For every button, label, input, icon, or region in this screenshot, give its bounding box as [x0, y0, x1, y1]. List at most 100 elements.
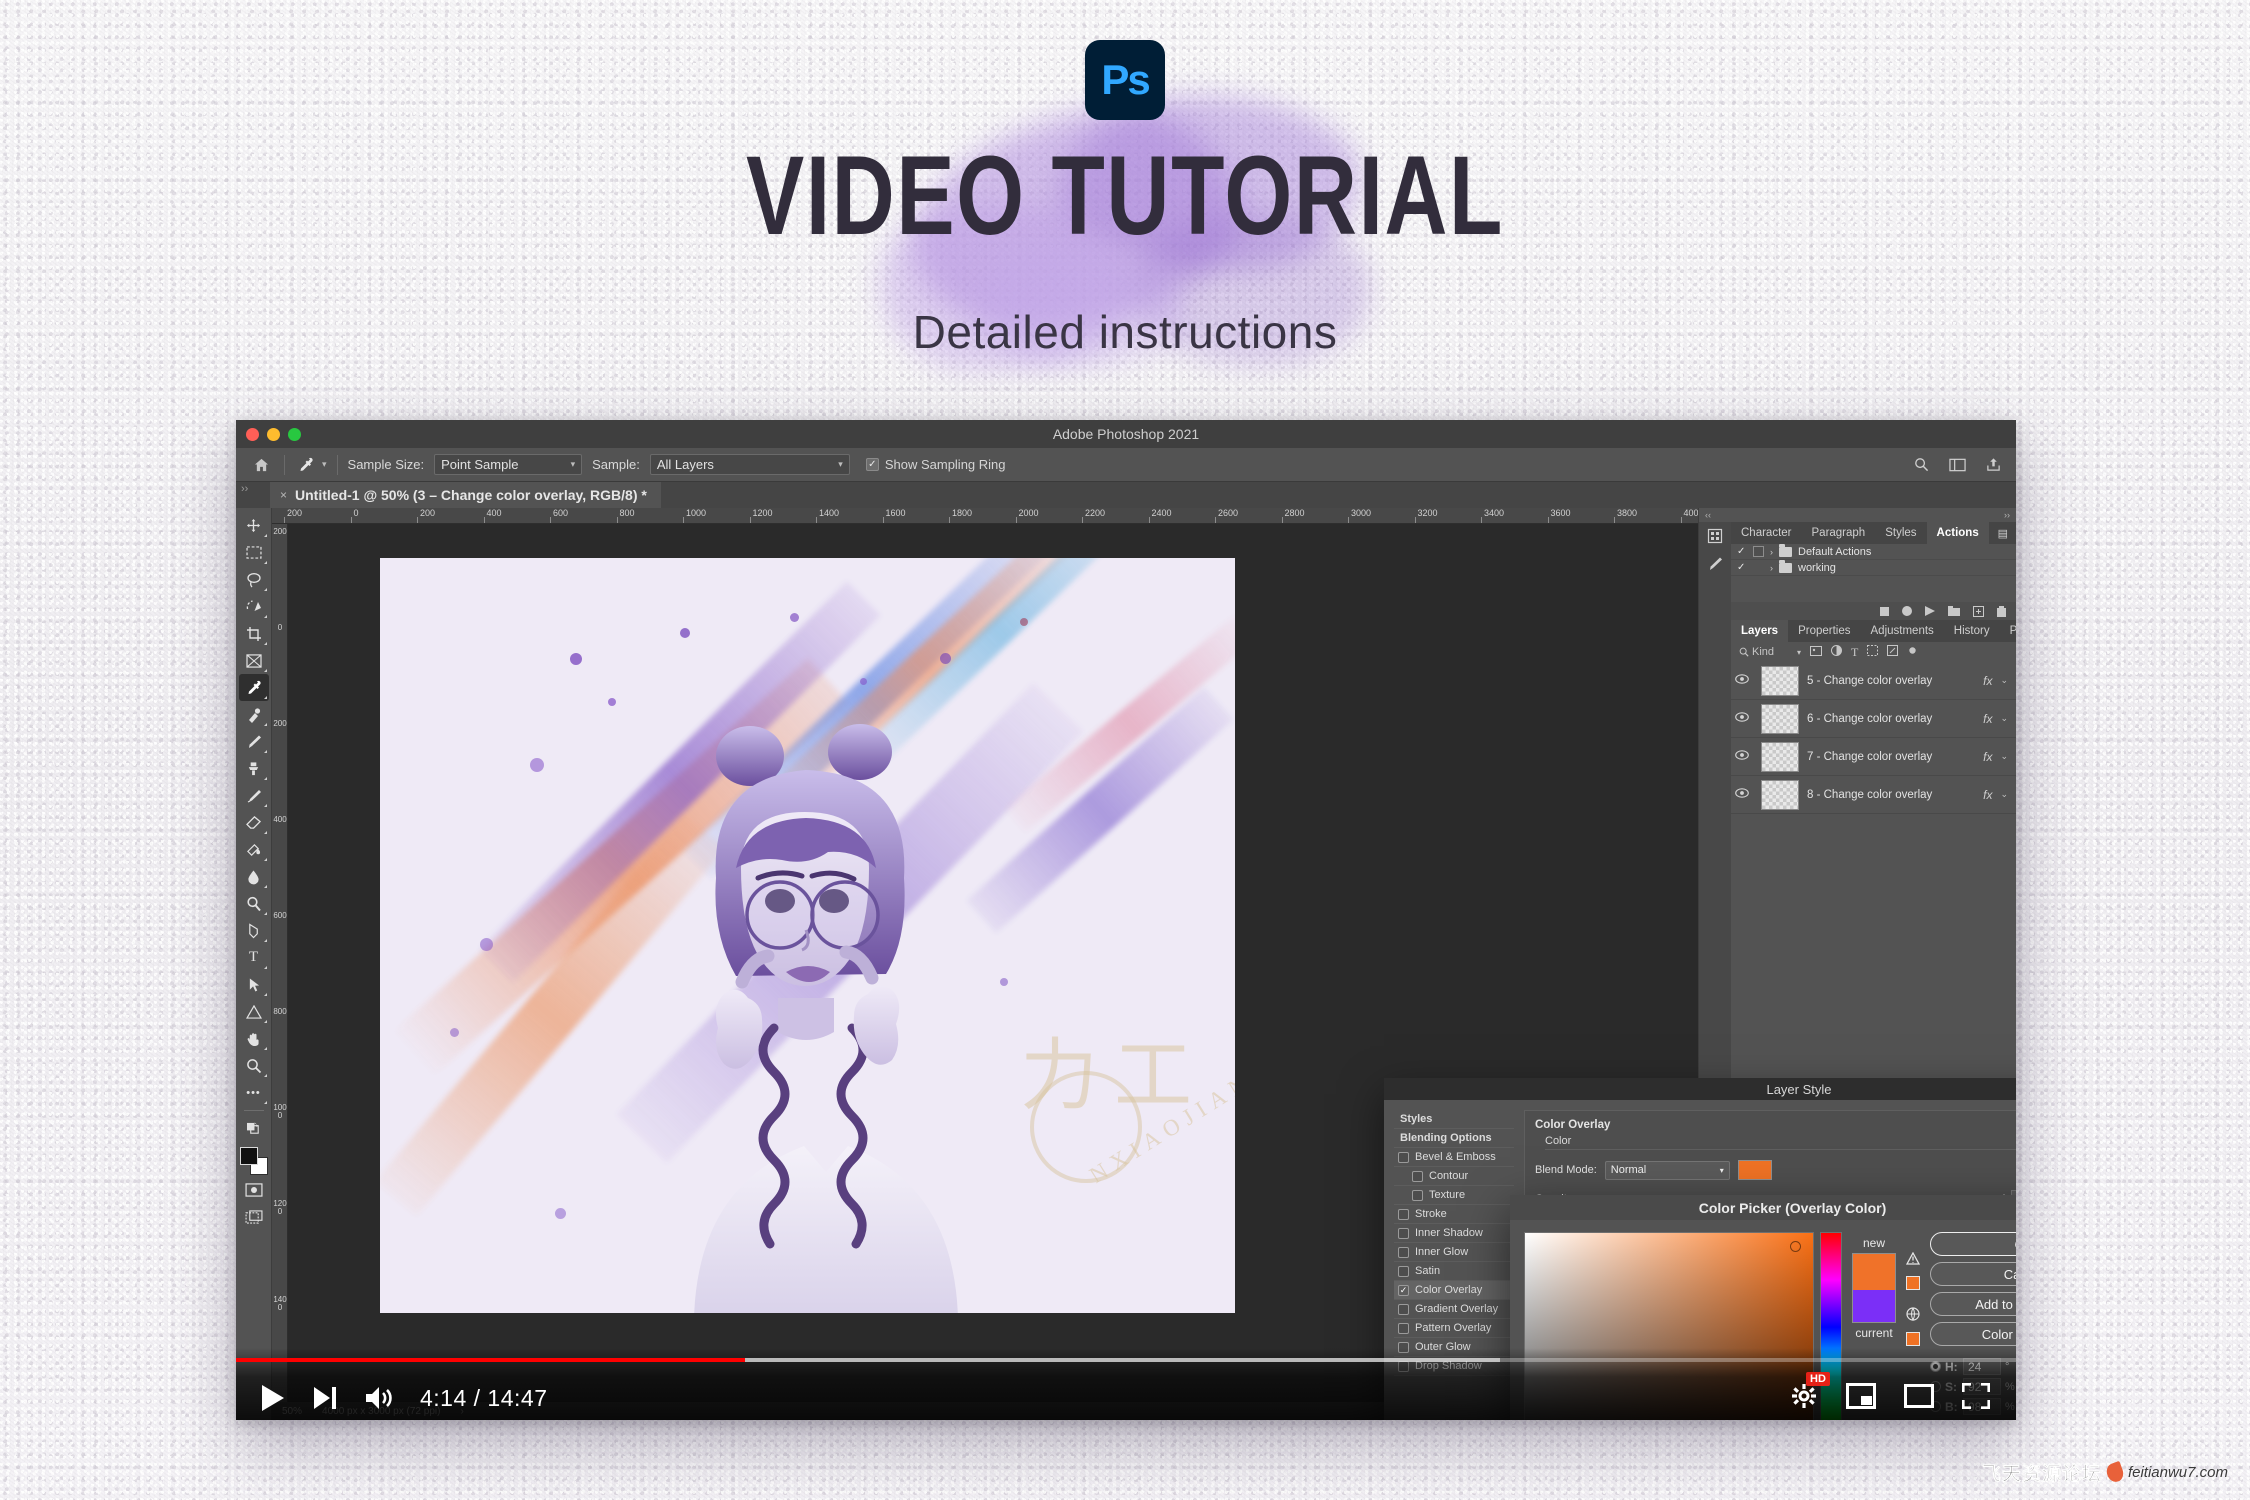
gamut-warning-icon[interactable]: [1905, 1251, 1921, 1270]
eye-icon[interactable]: [1731, 674, 1753, 687]
sample-select[interactable]: All Layers ▾: [649, 454, 850, 475]
zoom-tool[interactable]: [239, 1052, 269, 1079]
layer-style-item[interactable]: Satin: [1394, 1262, 1514, 1281]
stop-icon[interactable]: [1880, 606, 1889, 616]
eye-icon[interactable]: [1731, 788, 1753, 801]
table-row[interactable]: 5 - Change color overlay fx ⌄: [1731, 662, 2016, 700]
history-brush-tool[interactable]: [239, 782, 269, 809]
color-field-cursor[interactable]: [1790, 1241, 1801, 1252]
sample-size-select[interactable]: Point Sample ▾: [434, 454, 583, 475]
play-icon[interactable]: [260, 1384, 286, 1412]
character-panel-icon[interactable]: [1699, 522, 1731, 550]
tab-history[interactable]: History: [1944, 620, 2000, 642]
marquee-tool[interactable]: [239, 539, 269, 566]
frame-tool[interactable]: [239, 647, 269, 674]
foreground-color-swatch[interactable]: [239, 1147, 258, 1165]
chevron-down-icon[interactable]: ⌄: [2000, 713, 2008, 724]
type-tool[interactable]: T: [239, 944, 269, 971]
checkbox-icon[interactable]: [1412, 1189, 1423, 1201]
layer-style-item[interactable]: Stroke: [1394, 1205, 1514, 1224]
fx-icon[interactable]: fx: [1983, 674, 1992, 688]
move-tool[interactable]: [239, 512, 269, 539]
tab-paths[interactable]: Paths: [2000, 620, 2016, 642]
home-icon[interactable]: [248, 454, 274, 476]
object-selection-tool[interactable]: [239, 593, 269, 620]
default-colors-icon[interactable]: [239, 1115, 269, 1142]
toggle-dialog-icon[interactable]: [1753, 546, 1764, 557]
layer-style-item[interactable]: Bevel & Emboss: [1394, 1148, 1514, 1167]
panel-collapse-bar[interactable]: ‹‹ ››: [1699, 508, 2016, 522]
collapse-right-icon[interactable]: ››: [2004, 510, 2010, 520]
pixel-filter-icon[interactable]: [1810, 645, 1822, 659]
layer-style-item[interactable]: Pattern Overlay: [1394, 1319, 1514, 1338]
checkbox-icon[interactable]: [1398, 1208, 1409, 1220]
fx-icon[interactable]: fx: [1983, 788, 1992, 802]
layer-style-item[interactable]: Gradient Overlay: [1394, 1300, 1514, 1319]
web-safe-warning-icon[interactable]: [1906, 1307, 1920, 1326]
checkbox-icon[interactable]: [1398, 1246, 1409, 1258]
table-row[interactable]: 6 - Change color overlay fx ⌄: [1731, 700, 2016, 738]
checkbox-icon[interactable]: ✓: [1398, 1284, 1409, 1296]
chevron-down-icon[interactable]: ▾: [322, 459, 327, 470]
eyedropper-tool[interactable]: [238, 674, 269, 701]
next-track-icon[interactable]: [312, 1385, 338, 1411]
layer-thumbnail[interactable]: [1761, 665, 1799, 696]
table-row[interactable]: 7 - Change color overlay fx ⌄: [1731, 738, 2016, 776]
tab-styles[interactable]: Styles: [1875, 522, 1926, 544]
checkbox-icon[interactable]: [1398, 1303, 1409, 1315]
shape-filter-icon[interactable]: [1867, 645, 1879, 659]
document-tab[interactable]: × Untitled-1 @ 50% (3 – Change color ove…: [270, 482, 661, 508]
checkbox-icon[interactable]: [1398, 1322, 1409, 1334]
close-icon[interactable]: ×: [280, 488, 287, 502]
layer-filter-kind[interactable]: Kind ▾: [1739, 646, 1801, 658]
brush-panel-icon[interactable]: [1699, 550, 1731, 578]
new-action-icon[interactable]: [1973, 605, 1984, 617]
quick-mask-icon[interactable]: [239, 1176, 269, 1203]
record-icon[interactable]: [1902, 606, 1912, 616]
fx-icon[interactable]: fx: [1983, 712, 1992, 726]
active-tool-selector[interactable]: ▾: [295, 455, 327, 475]
check-icon[interactable]: ✓: [1737, 546, 1747, 557]
edit-toolbar-button[interactable]: •••: [239, 1079, 269, 1106]
tab-actions[interactable]: Actions: [1926, 522, 1989, 544]
tab-paragraph[interactable]: Paragraph: [1802, 522, 1876, 544]
chevron-right-icon[interactable]: ›: [1770, 547, 1773, 557]
chevron-down-icon[interactable]: ⌄: [2000, 789, 2008, 800]
tab-character[interactable]: Character: [1731, 522, 1802, 544]
settings-gear[interactable]: HD: [1790, 1372, 1830, 1410]
fx-icon[interactable]: fx: [1983, 750, 1992, 764]
hand-tool[interactable]: [239, 1025, 269, 1052]
layer-style-item[interactable]: Blending Options: [1394, 1129, 1514, 1148]
chevron-down-icon[interactable]: ⌄: [2000, 751, 2008, 762]
progress-bar-track[interactable]: [236, 1358, 2016, 1362]
smart-object-filter-icon[interactable]: [1887, 645, 1899, 659]
chevron-right-icon[interactable]: ›: [1770, 563, 1773, 573]
checkbox-icon[interactable]: [1398, 1265, 1409, 1277]
tab-layers[interactable]: Layers: [1731, 620, 1789, 642]
path-selection-tool[interactable]: [239, 971, 269, 998]
new-set-icon[interactable]: [1948, 606, 1960, 616]
action-row-working[interactable]: ✓ › working: [1731, 559, 2016, 576]
lasso-tool[interactable]: [239, 566, 269, 593]
blur-tool[interactable]: [239, 863, 269, 890]
toggle-filter-icon[interactable]: [1907, 645, 1918, 659]
collapse-left-icon[interactable]: ‹‹: [1705, 510, 1711, 520]
shape-tool[interactable]: [239, 998, 269, 1025]
layer-style-item[interactable]: Contour: [1394, 1167, 1514, 1186]
adjustment-filter-icon[interactable]: [1831, 645, 1842, 659]
blend-mode-select[interactable]: Normal ▾: [1604, 1160, 1730, 1180]
overlay-color-swatch[interactable]: [1737, 1160, 1772, 1180]
theater-mode-icon[interactable]: [1904, 1384, 1934, 1408]
checkbox-icon[interactable]: [1398, 1151, 1409, 1163]
layer-thumbnail[interactable]: [1761, 703, 1799, 734]
layer-style-item[interactable]: Inner Glow: [1394, 1243, 1514, 1262]
crop-tool[interactable]: [239, 620, 269, 647]
gradient-tool[interactable]: [239, 836, 269, 863]
eraser-tool[interactable]: [239, 809, 269, 836]
layer-style-item[interactable]: Texture: [1394, 1186, 1514, 1205]
gamut-warning-swatch[interactable]: [1906, 1276, 1920, 1295]
play-icon[interactable]: [1925, 606, 1935, 616]
layer-style-item[interactable]: Styles: [1394, 1110, 1514, 1129]
add-to-swatches-button[interactable]: Add to Swatches: [1930, 1292, 2016, 1316]
layer-style-item[interactable]: Inner Shadow: [1394, 1224, 1514, 1243]
